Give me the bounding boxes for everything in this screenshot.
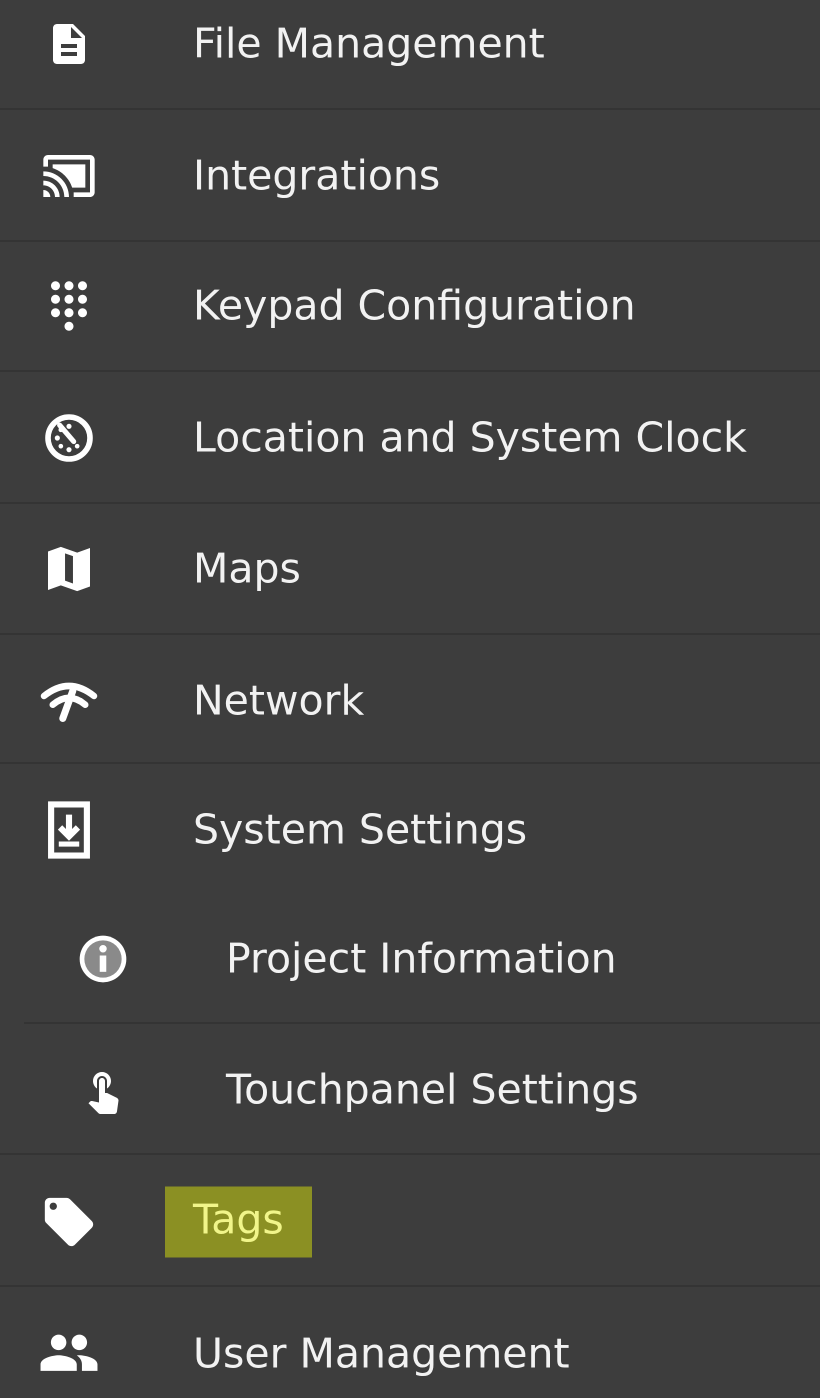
clock-icon [37, 406, 101, 470]
menu-item-network[interactable]: Network [0, 635, 820, 766]
menu-item-label: Touchpanel Settings [226, 1065, 639, 1113]
menu-item-label: Maps [193, 544, 301, 592]
menu-item-label: Keypad Configuration [193, 281, 636, 329]
divider [0, 1153, 820, 1155]
menu-item-label: Tags [165, 1186, 312, 1257]
cast-icon [37, 144, 101, 208]
system-update-icon [37, 798, 101, 862]
menu-item-label: Location and System Clock [193, 413, 747, 461]
menu-item-location-and-system-clock[interactable]: Location and System Clock [0, 372, 820, 503]
people-icon [37, 1322, 101, 1386]
network-icon [37, 669, 101, 733]
menu-item-label: File Management [193, 19, 545, 67]
menu-item-label: System Settings [193, 805, 528, 853]
divider [0, 1285, 820, 1287]
menu-item-integrations[interactable]: Integrations [0, 110, 820, 241]
menu-item-maps[interactable]: Maps [0, 503, 820, 634]
menu-item-system-settings[interactable]: System Settings [0, 764, 820, 895]
tag-icon [37, 1190, 101, 1254]
menu-item-tags[interactable]: Tags [0, 1156, 820, 1287]
map-icon [37, 537, 101, 601]
menu-item-label: User Management [193, 1329, 570, 1377]
menu-item-user-management[interactable]: User Management [0, 1288, 820, 1398]
menu-item-label: Project Information [226, 934, 617, 982]
menu-item-file-management[interactable]: File Management [0, 0, 820, 109]
menu-item-touchpanel-settings[interactable]: Touchpanel Settings [0, 1024, 820, 1155]
touch-icon [71, 1058, 135, 1122]
info-icon [71, 927, 135, 991]
dialpad-icon [37, 274, 101, 338]
menu-item-keypad-configuration[interactable]: Keypad Configuration [0, 240, 820, 371]
file-icon [37, 12, 101, 76]
settings-menu: File Management Integrations Keypad Conf… [0, 0, 820, 1398]
menu-item-label: Network [193, 676, 365, 724]
menu-item-label: Integrations [193, 151, 441, 199]
menu-item-project-information[interactable]: Project Information [0, 893, 820, 1024]
